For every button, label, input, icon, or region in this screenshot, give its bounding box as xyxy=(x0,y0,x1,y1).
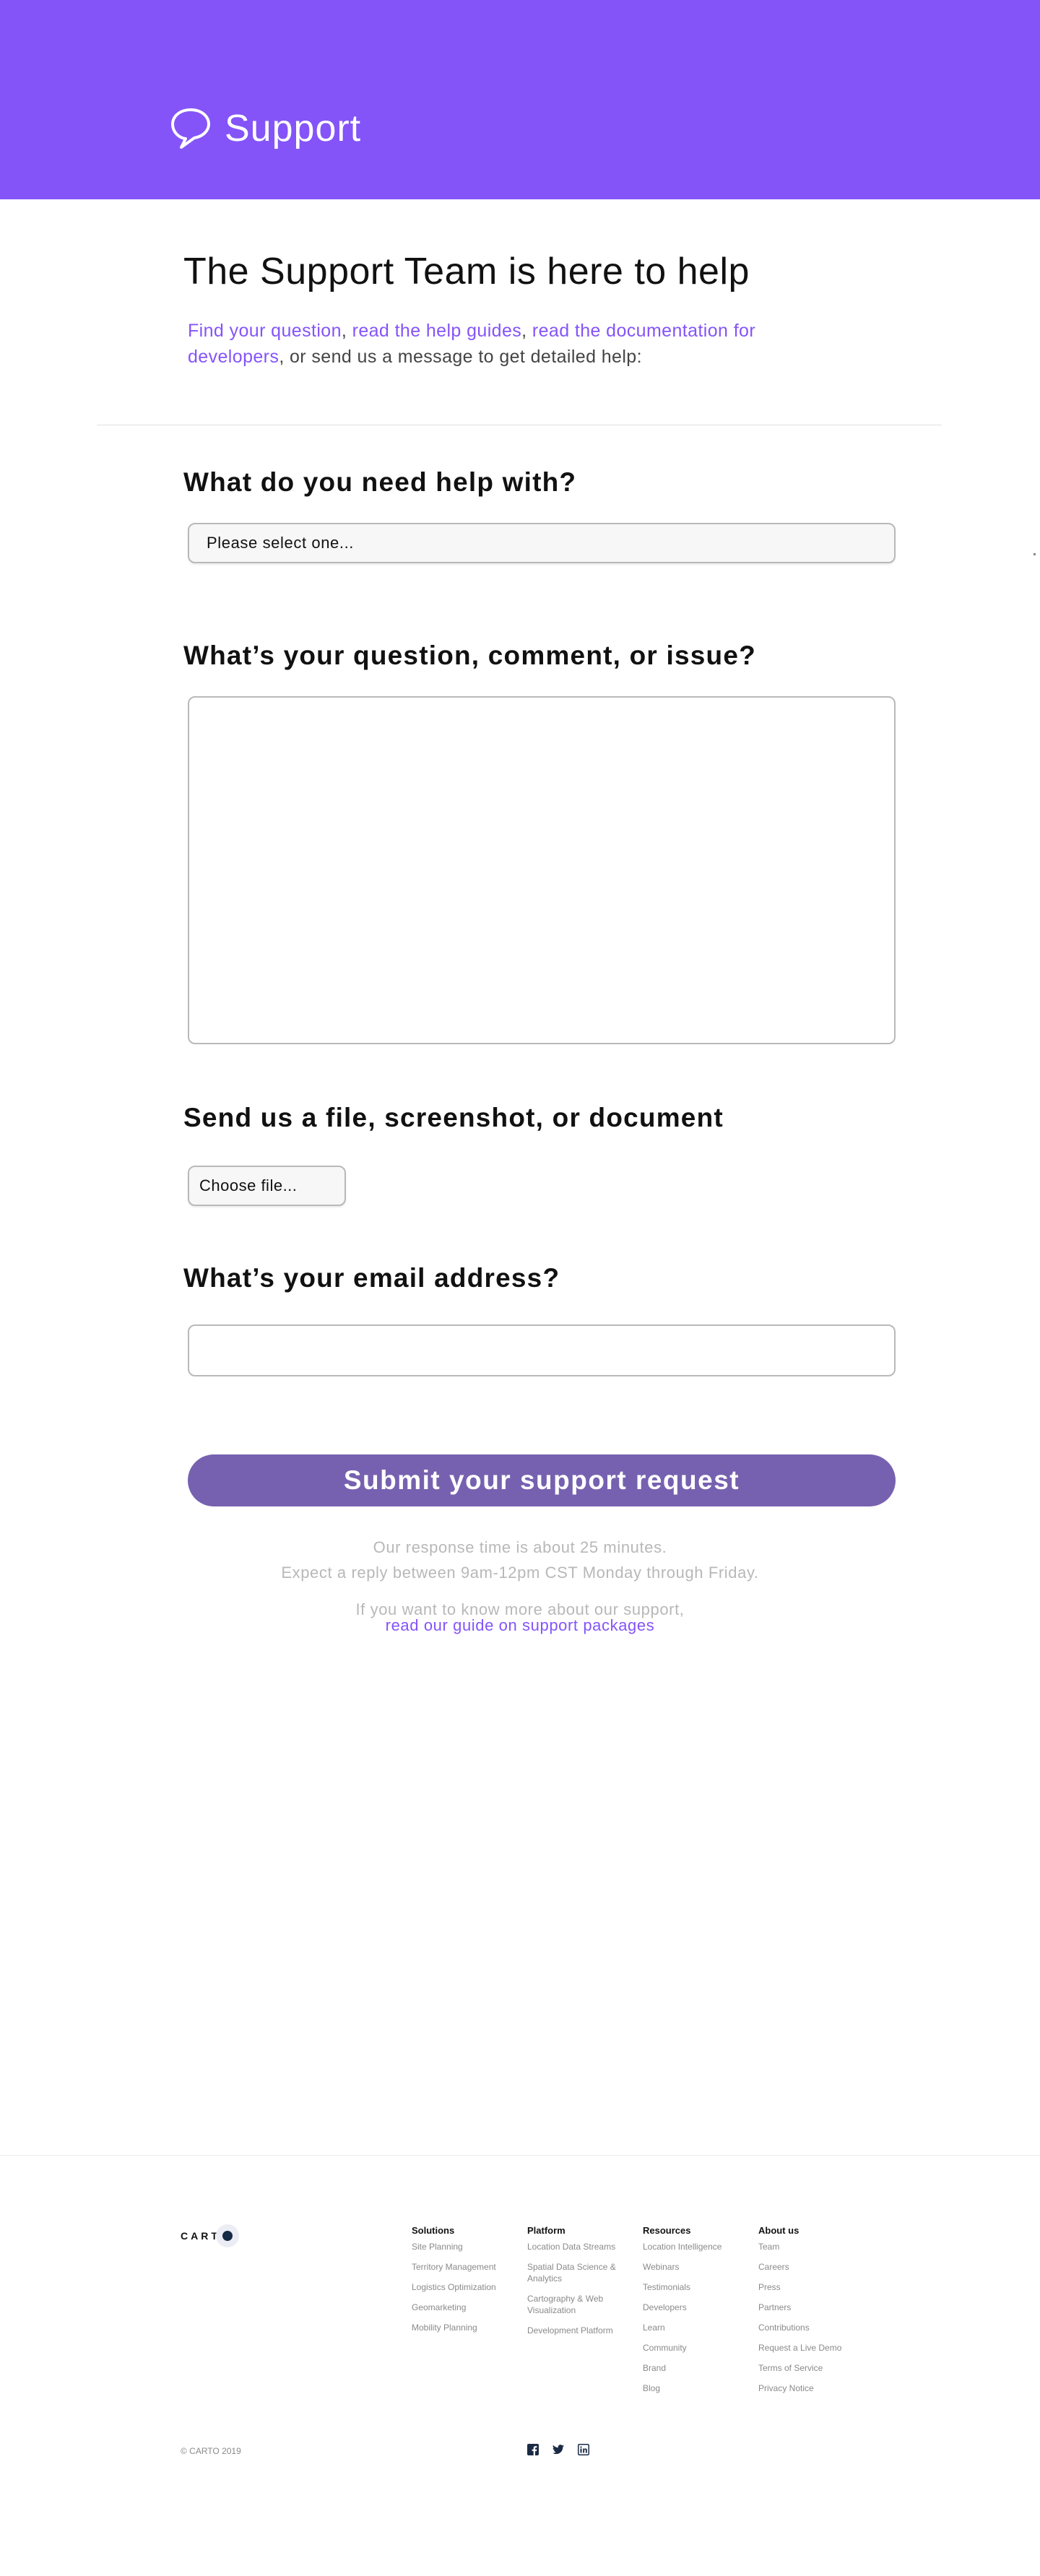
page-title: Support xyxy=(225,108,362,149)
footer-heading: Resources xyxy=(643,2225,691,2236)
footer-link[interactable]: Request a Live Demo xyxy=(758,2342,867,2354)
footer-link[interactable]: Careers xyxy=(758,2261,867,2273)
footer-link[interactable]: Contributions xyxy=(758,2322,867,2333)
facebook-icon[interactable] xyxy=(526,2443,540,2456)
carto-logo[interactable]: CART xyxy=(181,2224,239,2247)
support-brand: Support xyxy=(170,107,361,150)
response-time-note: Our response time is about 25 minutes. xyxy=(373,1538,667,1556)
footer-link[interactable]: Cartography & Web Visualization xyxy=(527,2293,636,2316)
footer-link[interactable]: Spatial Data Science & Analytics xyxy=(527,2261,636,2284)
intro-separator: , xyxy=(341,321,352,341)
reply-window-note: Expect a reply between 9am-12pm CST Mond… xyxy=(281,1564,759,1582)
issue-textarea[interactable] xyxy=(188,696,896,1044)
intro-text: Find your question, read the help guides… xyxy=(188,318,823,370)
footer-link[interactable]: Logistics Optimization xyxy=(412,2281,520,2293)
footer-link[interactable]: Team xyxy=(758,2241,867,2252)
help-topic-select-value: Please select one... xyxy=(207,534,355,552)
carto-logo-text: CART xyxy=(181,2230,220,2242)
footer-column-about: About us Team Careers Press Partners Con… xyxy=(758,2225,867,2403)
choose-file-label: Choose file... xyxy=(199,1176,298,1194)
footer-link[interactable]: Testimonials xyxy=(643,2281,751,2293)
footer-column-resources: Resources Location Intelligence Webinars… xyxy=(643,2225,751,2403)
help-topic-select[interactable]: Please select one... xyxy=(188,523,896,563)
submit-button[interactable]: Submit your support request xyxy=(188,1454,896,1506)
footer-heading: Solutions xyxy=(412,2225,455,2236)
footer-link[interactable]: Location Intelligence xyxy=(643,2241,751,2252)
email-field[interactable] xyxy=(188,1324,896,1376)
footer-link[interactable]: Development Platform xyxy=(527,2325,636,2336)
speech-bubble-icon xyxy=(170,107,212,150)
footer-link[interactable]: Partners xyxy=(758,2302,867,2313)
choose-file-button[interactable]: Choose file... xyxy=(188,1166,346,1206)
support-headline: The Support Team is here to help xyxy=(183,251,750,292)
support-packages-link[interactable]: read our guide on support packages xyxy=(386,1616,655,1634)
footer-link[interactable]: Privacy Notice xyxy=(758,2382,867,2394)
issue-label: What’s your question, comment, or issue? xyxy=(183,641,756,670)
footer-link[interactable]: Webinars xyxy=(643,2261,751,2273)
footer-link[interactable]: Location Data Streams xyxy=(527,2241,636,2252)
intro-rest-text: , or send us a message to get detailed h… xyxy=(279,347,642,367)
submit-button-label: Submit your support request xyxy=(343,1465,740,1495)
footer-column-platform: Platform Location Data Streams Spatial D… xyxy=(527,2225,636,2345)
footer-link[interactable]: Site Planning xyxy=(412,2241,520,2252)
footer-divider xyxy=(0,2155,1040,2156)
file-upload-label: Send us a file, screenshot, or document xyxy=(183,1103,724,1132)
help-topic-label: What do you need help with? xyxy=(183,467,577,497)
scroll-marker xyxy=(1034,553,1036,555)
email-label: What’s your email address? xyxy=(183,1263,560,1293)
footer-link[interactable]: Community xyxy=(643,2342,751,2354)
footer-link[interactable]: Territory Management xyxy=(412,2261,520,2273)
intro-separator: , xyxy=(521,321,532,341)
footer-link[interactable]: Developers xyxy=(643,2302,751,2313)
support-packages-link-row: read our guide on support packages xyxy=(0,1615,1040,1636)
footer-link[interactable]: Geomarketing xyxy=(412,2302,520,2313)
support-header: Support xyxy=(0,0,1040,199)
twitter-icon[interactable] xyxy=(552,2443,565,2456)
footer-link[interactable]: Press xyxy=(758,2281,867,2293)
footer-column-solutions: Solutions Site Planning Territory Manage… xyxy=(412,2225,520,2342)
footer-link[interactable]: Terms of Service xyxy=(758,2362,867,2374)
footer-link[interactable]: Brand xyxy=(643,2362,751,2374)
carto-logo-mark xyxy=(215,2224,239,2247)
help-guides-link[interactable]: read the help guides xyxy=(352,321,522,341)
footer-link[interactable]: Blog xyxy=(643,2382,751,2394)
footer-heading: About us xyxy=(758,2225,800,2236)
footer-link[interactable]: Mobility Planning xyxy=(412,2322,520,2333)
footer-heading: Platform xyxy=(527,2225,566,2236)
find-question-link[interactable]: Find your question xyxy=(188,321,342,341)
footer-link[interactable]: Learn xyxy=(643,2322,751,2333)
copyright-text: © CARTO 2019 xyxy=(181,2446,241,2456)
linkedin-icon[interactable] xyxy=(577,2443,590,2456)
